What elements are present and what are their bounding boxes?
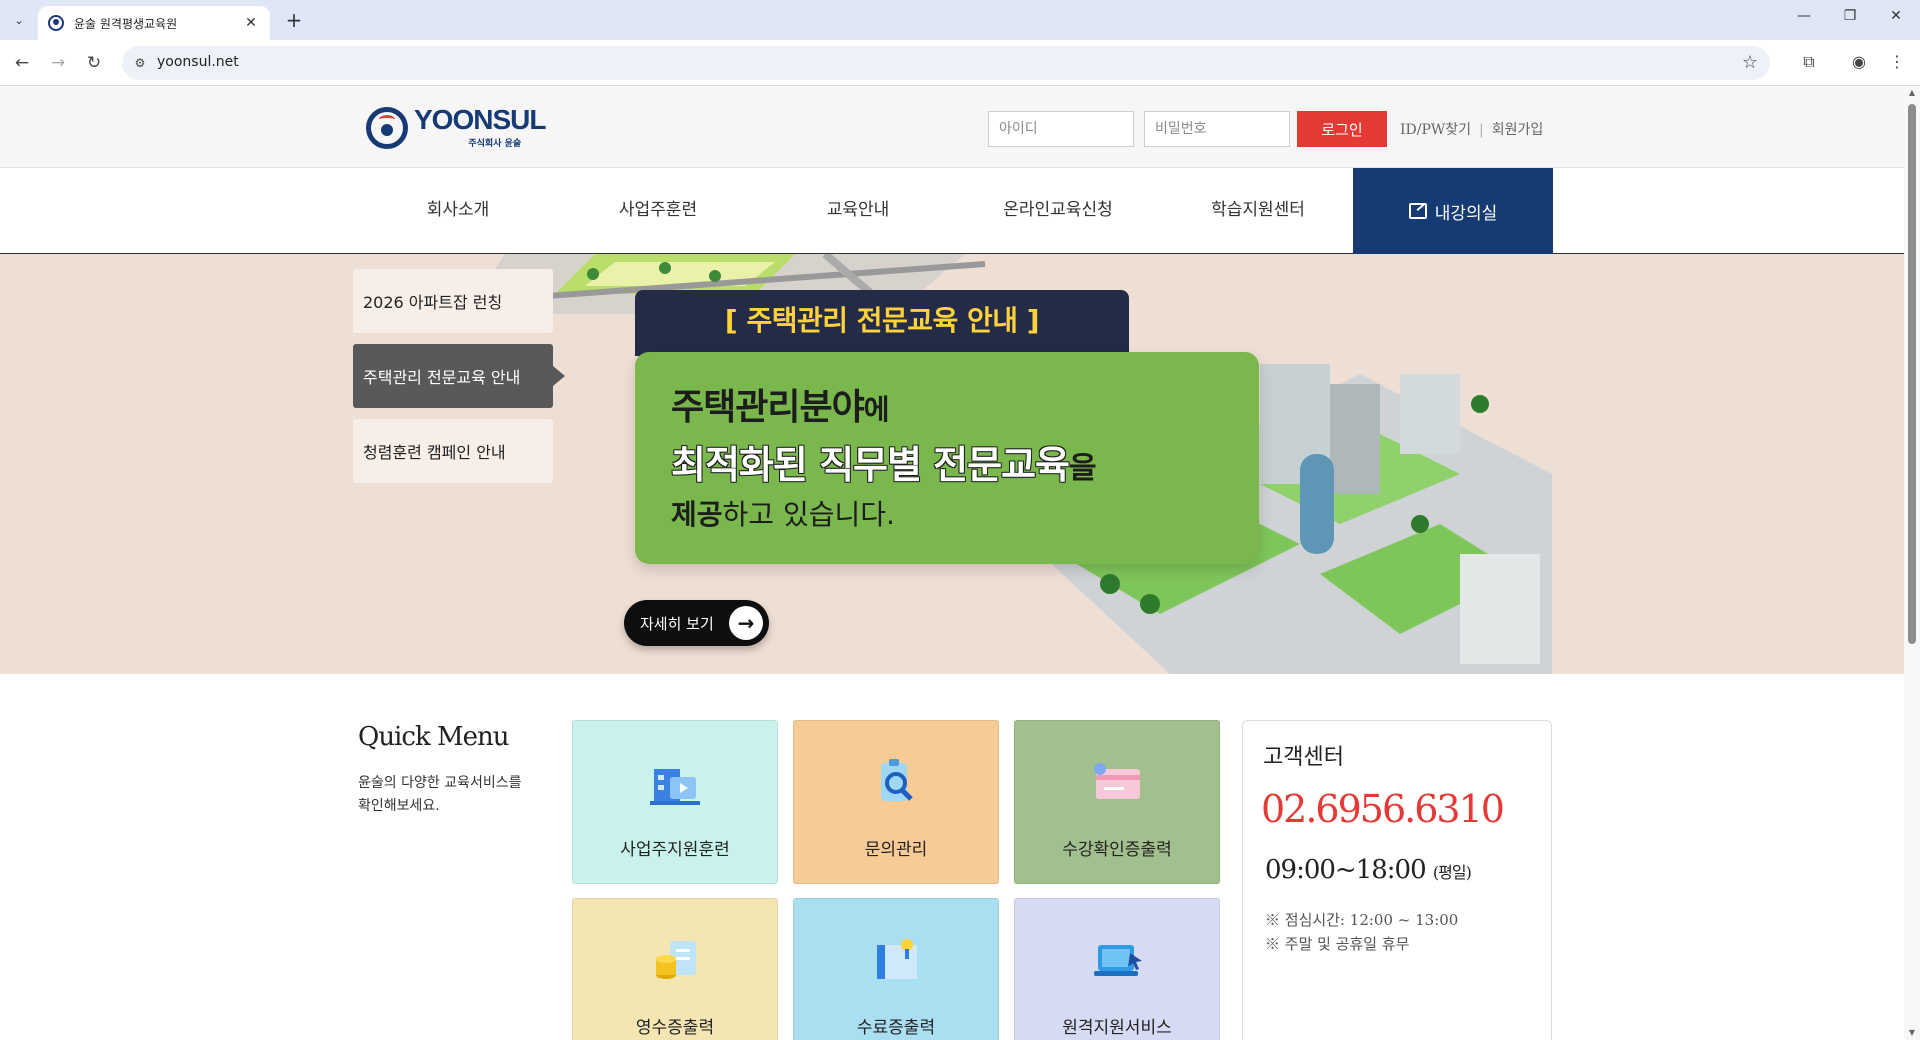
tab-close-icon[interactable]: ✕ <box>242 15 260 31</box>
hero-message-card: 주택관리분야에 최적화된 직무별 전문교육을 제공하고 있습니다. <box>635 352 1259 564</box>
quick-attendance-certificate[interactable]: 수강확인증출력 <box>1014 720 1220 884</box>
quick-menu-description: 윤술의 다양한 교육서비스를 확인해보세요. <box>358 775 522 814</box>
page-scrollbar[interactable]: ▲ ▼ <box>1904 86 1920 1040</box>
login-button[interactable]: 로그인 <box>1297 111 1387 147</box>
quick-employer-training[interactable]: 사업주지원훈련 <box>572 720 778 884</box>
header-links: ID/PW찾기 | 회원가입 <box>1400 119 1543 139</box>
bookmark-star-icon[interactable]: ☆ <box>1742 52 1758 73</box>
back-icon[interactable]: ← <box>10 51 34 75</box>
extensions-icon[interactable]: ⧉ <box>1798 51 1820 73</box>
hero-banner: 2026 아파트잡 런칭 주택관리 전문교육 안내 청렴훈련 캠페인 안내 [ … <box>0 254 1904 674</box>
laptop-remote-icon <box>1094 945 1142 976</box>
quick-receipt[interactable]: 영수증출력 <box>572 898 778 1040</box>
quick-menu-label: 수료증출력 <box>856 1018 936 1038</box>
password-input[interactable] <box>1144 111 1290 147</box>
nav-item-employer-training[interactable]: 사업주훈련 <box>558 168 758 253</box>
hours-value: 09:00~18:00 <box>1265 855 1427 885</box>
site-logo[interactable]: YOONSUL 주식회사 윤술 <box>366 104 546 149</box>
hero-line-2-rest: 을 <box>1069 451 1097 486</box>
hero-tab-integrity-campaign[interactable]: 청렴훈련 캠페인 안내 <box>353 419 553 483</box>
restore-icon[interactable]: ❐ <box>1838 8 1862 24</box>
customer-center-hours: 09:00~18:00 (평일) <box>1265 855 1472 885</box>
url-text[interactable]: yoonsul.net <box>157 54 239 70</box>
page-viewport: YOONSUL 주식회사 윤술 로그인 ID/PW찾기 | 회원가입 회사소개 사업… <box>0 86 1904 1040</box>
hero-tab-housing-education[interactable]: 주택관리 전문교육 안내 <box>353 344 565 408</box>
hero-more-button[interactable]: 자세히 보기 → <box>624 600 769 646</box>
certificate-icon <box>877 939 917 979</box>
find-id-pw-link[interactable]: ID/PW찾기 <box>1400 119 1471 139</box>
quick-inquiry[interactable]: 문의관리 <box>793 720 999 884</box>
nav-item-education-guide[interactable]: 교육안내 <box>758 168 958 253</box>
quick-completion-certificate[interactable]: 수료증출력 <box>793 898 999 1040</box>
nav-item-learning-support[interactable]: 학습지원센터 <box>1158 168 1358 253</box>
building-icon <box>650 769 700 805</box>
quick-menu-label: 문의관리 <box>864 840 928 860</box>
hero-line-3-rest: 하고 있습니다. <box>722 498 895 531</box>
scroll-up-icon[interactable]: ▲ <box>1907 88 1917 97</box>
hours-note: (평일) <box>1432 863 1472 882</box>
magnify-clipboard-icon <box>881 759 913 801</box>
browser-tab[interactable]: 윤술 원격평생교육원 ✕ <box>38 6 270 40</box>
logo-wordmark: YOONSUL <box>414 104 546 135</box>
card-icon <box>1094 763 1140 799</box>
site-header: YOONSUL 주식회사 윤술 로그인 ID/PW찾기 | 회원가입 <box>0 86 1904 168</box>
arrow-right-icon: → <box>729 606 763 640</box>
hero-more-label: 자세히 보기 <box>640 614 714 633</box>
quick-menu-label: 영수증출력 <box>635 1018 715 1038</box>
nav-item-online-apply[interactable]: 온라인교육신청 <box>958 168 1158 253</box>
forward-icon[interactable]: → <box>46 51 70 75</box>
customer-center-phone: 02.6956.6310 <box>1261 787 1505 831</box>
id-input[interactable] <box>988 111 1134 147</box>
my-lecture-label: 내강의실 <box>1434 203 1498 224</box>
edit-note-icon <box>1408 203 1427 219</box>
scroll-down-icon[interactable]: ▼ <box>1907 1028 1917 1037</box>
quick-menu-label: 원격지원서비스 <box>1062 1018 1172 1038</box>
quick-menu-title: Quick Menu <box>358 722 509 752</box>
quick-remote-support[interactable]: 원격지원서비스 <box>1014 898 1220 1040</box>
tab-title: 윤술 원격평생교육원 <box>74 16 178 31</box>
hero-line-3: 제공하고 있습니다. <box>671 493 1259 533</box>
hero-banner-title: [ 주택관리 전문교육 안내 ] <box>635 290 1129 356</box>
hero-line-1-bold: 주택관리분야 <box>671 387 865 428</box>
hero-line-2: 최적화된 직무별 전문교육을 <box>671 434 1259 489</box>
minimize-icon[interactable]: — <box>1792 8 1816 24</box>
hero-line-1-rest: 에 <box>863 393 890 426</box>
join-link[interactable]: 회원가입 <box>1492 119 1544 139</box>
reload-icon[interactable]: ↻ <box>82 51 106 75</box>
link-separator: | <box>1479 122 1484 138</box>
hero-line-3-bold: 제공 <box>671 498 723 531</box>
browser-toolbar: ← → ↻ ⚙ yoonsul.net ☆ ⧉ ◉ ⋮ <box>0 40 1920 86</box>
lunch-note: ※ 점심시간: 12:00 ~ 13:00 <box>1265 911 1459 929</box>
favicon-icon <box>48 15 64 31</box>
hero-line-1: 주택관리분야에 <box>671 378 1259 430</box>
main-navigation: 회사소개 사업주훈련 교육안내 온라인교육신청 학습지원센터 내강의실 <box>0 168 1904 254</box>
coins-receipt-icon <box>656 941 696 979</box>
customer-center-title: 고객센터 <box>1263 745 1344 770</box>
quick-menu-label: 사업주지원훈련 <box>620 840 730 860</box>
tab-search-chevron-icon[interactable]: ⌄ <box>8 9 30 31</box>
site-info-icon[interactable]: ⚙ <box>132 55 148 71</box>
window-close-icon[interactable]: ✕ <box>1884 8 1908 24</box>
logo-subtitle: 주식회사 윤술 <box>468 139 522 149</box>
scroll-thumb[interactable] <box>1908 104 1916 644</box>
customer-center-box: 고객센터 02.6956.6310 09:00~18:00 (평일) ※ 점심시… <box>1242 720 1552 1040</box>
holiday-note: ※ 주말 및 공휴일 휴무 <box>1265 935 1410 953</box>
quick-menu-label: 수강확인증출력 <box>1062 840 1172 860</box>
browser-tabstrip: ⌄ 윤술 원격평생교육원 ✕ + — ❐ ✕ <box>0 0 1920 40</box>
my-lecture-button[interactable]: 내강의실 <box>1353 168 1553 254</box>
menu-kebab-icon[interactable]: ⋮ <box>1886 51 1908 73</box>
logo-mark-icon <box>366 106 408 149</box>
nav-item-company[interactable]: 회사소개 <box>358 168 558 253</box>
profile-icon[interactable]: ◉ <box>1848 51 1870 73</box>
address-bar[interactable]: ⚙ yoonsul.net ☆ <box>122 46 1770 80</box>
new-tab-icon[interactable]: + <box>282 8 306 32</box>
hero-line-2-bold: 최적화된 직무별 전문교육 <box>671 443 1070 487</box>
hero-tab-apartment-job[interactable]: 2026 아파트잡 런칭 <box>353 269 553 333</box>
